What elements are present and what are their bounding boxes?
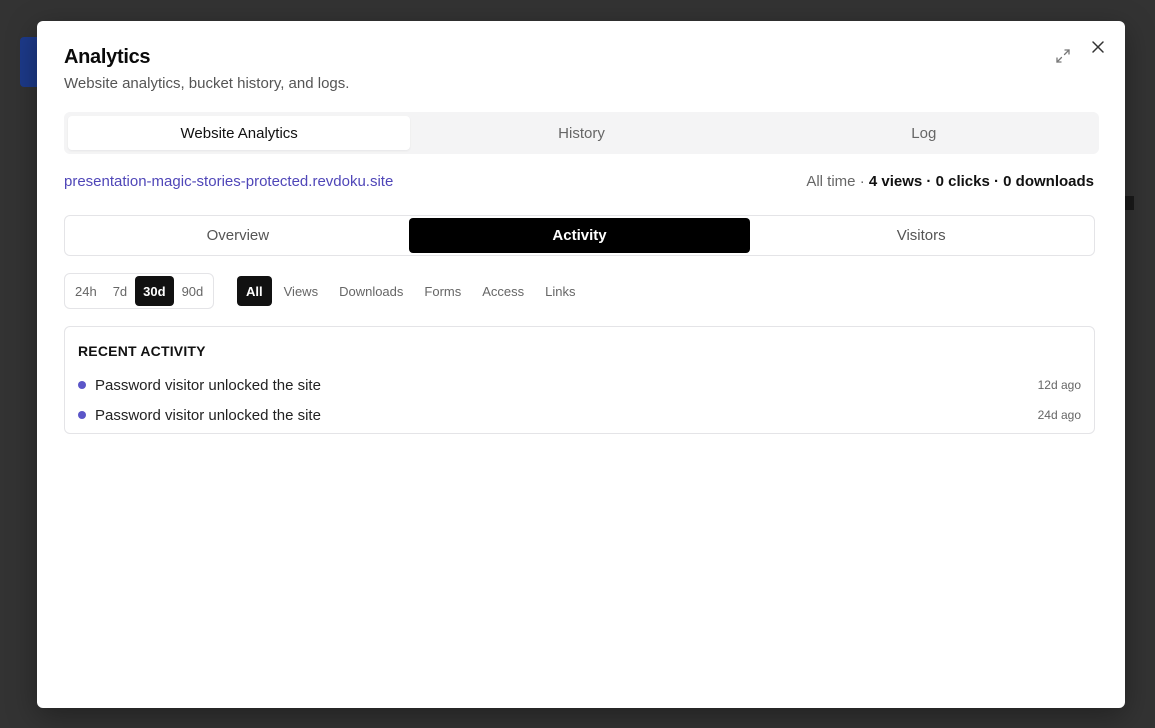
- modal-subtitle: Website analytics, bucket history, and l…: [64, 75, 350, 92]
- filter-access-button[interactable]: Access: [473, 276, 533, 306]
- filter-downloads-button[interactable]: Downloads: [330, 276, 412, 306]
- filter-links-button[interactable]: Links: [536, 276, 584, 306]
- stats-separator: ·: [993, 173, 1004, 190]
- stats-summary: All time · 4 views · 0 clicks · 0 downlo…: [806, 173, 1094, 190]
- list-item: Password visitor unlocked the site 12d a…: [78, 370, 1081, 400]
- stats-downloads: 0 downloads: [1003, 173, 1094, 190]
- range-7d-button[interactable]: 7d: [105, 276, 135, 306]
- activity-text: Password visitor unlocked the site: [95, 376, 321, 394]
- main-tabs: Website Analytics History Log: [64, 112, 1099, 154]
- recent-activity-heading: RECENT ACTIVITY: [78, 343, 206, 359]
- expand-icon[interactable]: [1052, 45, 1074, 67]
- activity-time: 12d ago: [1037, 378, 1081, 392]
- range-24h-button[interactable]: 24h: [67, 276, 105, 306]
- filter-forms-button[interactable]: Forms: [415, 276, 470, 306]
- stats-period: All time: [806, 173, 856, 190]
- filter-views-button[interactable]: Views: [275, 276, 327, 306]
- activity-list: Password visitor unlocked the site 12d a…: [78, 370, 1081, 430]
- tab-activity[interactable]: Activity: [408, 218, 751, 253]
- recent-activity-card: RECENT ACTIVITY Password visitor unlocke…: [64, 326, 1095, 434]
- activity-text: Password visitor unlocked the site: [95, 406, 321, 424]
- activity-filters: All Views Downloads Forms Access Links: [237, 275, 585, 307]
- range-30d-button[interactable]: 30d: [135, 276, 174, 306]
- range-90d-button[interactable]: 90d: [174, 276, 212, 306]
- background-element: [1124, 196, 1134, 210]
- stats-clicks: 0 clicks: [935, 173, 990, 190]
- tab-overview[interactable]: Overview: [67, 218, 409, 253]
- tab-history[interactable]: History: [410, 116, 752, 150]
- close-icon[interactable]: [1087, 36, 1109, 58]
- site-url-link[interactable]: presentation-magic-stories-protected.rev…: [64, 173, 393, 190]
- stats-separator: ·: [859, 173, 869, 190]
- tab-log[interactable]: Log: [753, 116, 1095, 150]
- stats-views: 4 views: [868, 173, 923, 190]
- analytics-modal: Analytics Website analytics, bucket hist…: [37, 21, 1125, 708]
- list-item: Password visitor unlocked the site 24d a…: [78, 400, 1081, 430]
- tab-website-analytics[interactable]: Website Analytics: [68, 116, 411, 150]
- modal-title: Analytics: [64, 46, 151, 68]
- activity-time: 24d ago: [1037, 408, 1081, 422]
- status-dot-icon: [78, 381, 86, 389]
- status-dot-icon: [78, 411, 86, 419]
- tab-visitors[interactable]: Visitors: [750, 218, 1092, 253]
- filter-all-button[interactable]: All: [237, 276, 272, 306]
- time-range-selector: 24h 7d 30d 90d: [64, 273, 215, 309]
- analytics-sub-tabs: Overview Activity Visitors: [64, 215, 1095, 256]
- stats-separator: ·: [926, 173, 936, 190]
